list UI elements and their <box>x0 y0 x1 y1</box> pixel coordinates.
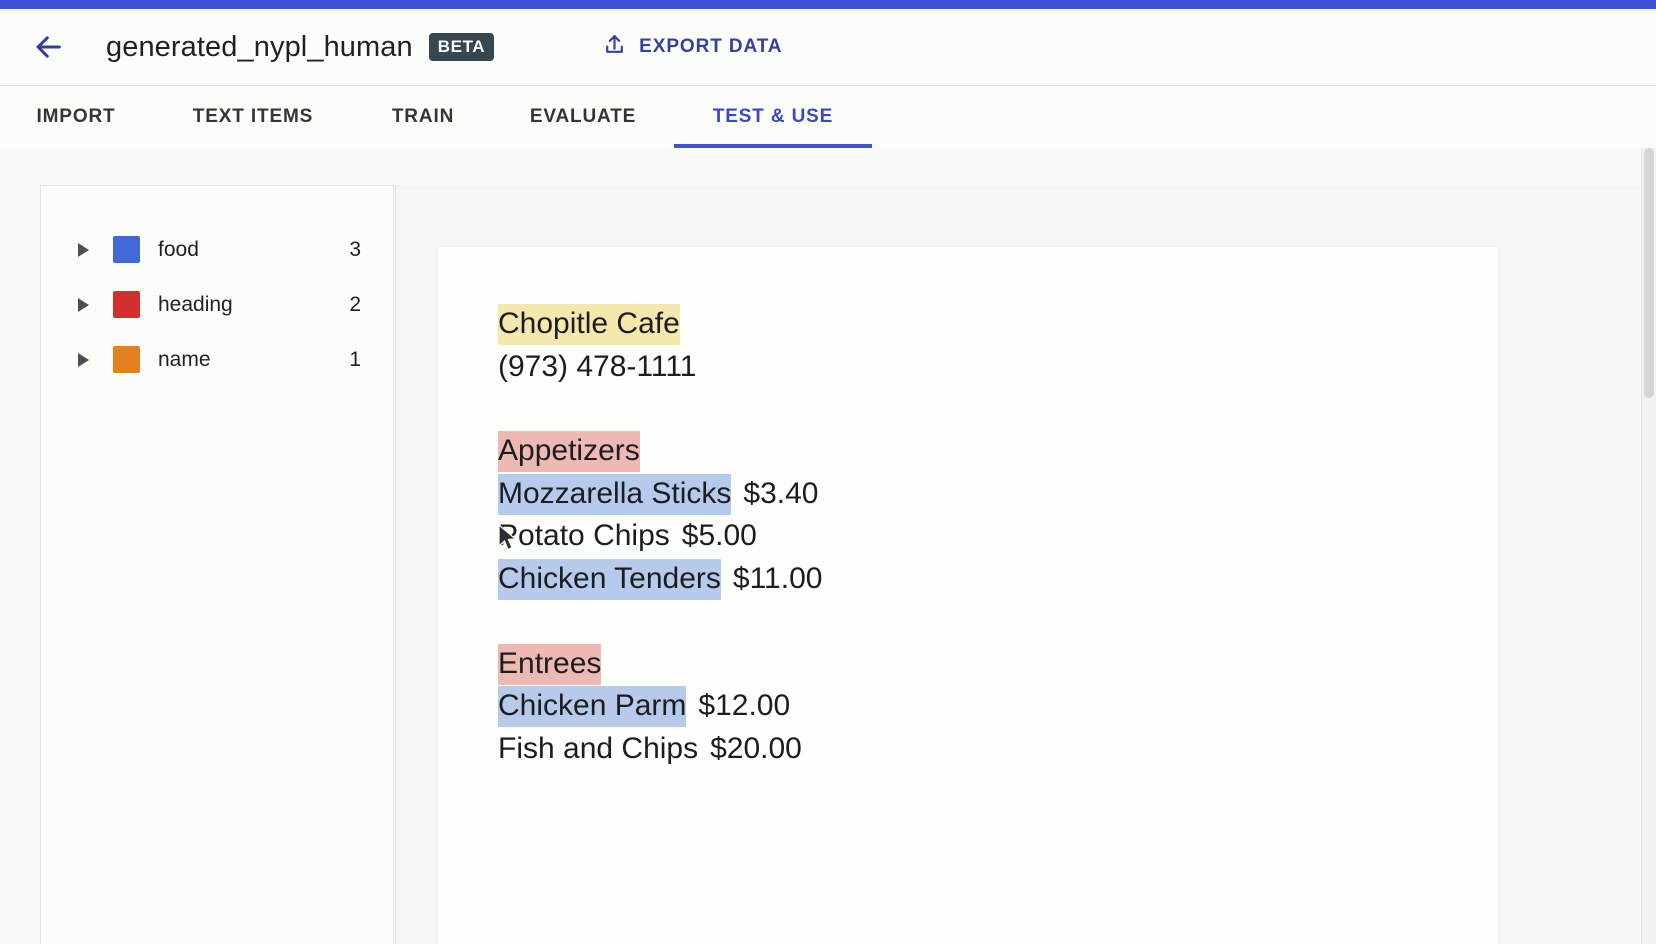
entity-label: food <box>158 237 199 261</box>
document-line: Potato Chips $5.00 <box>498 515 1438 558</box>
document-text-run: Fish and Chips <box>498 731 699 765</box>
item-price: $12.00 <box>698 689 791 723</box>
tab-text-items-label: TEXT ITEMS <box>192 106 314 127</box>
upload-icon <box>602 32 627 62</box>
beta-badge: BETA <box>428 33 495 61</box>
app-bar: generated_nypl_human BETA EXPORT DATA <box>0 9 1656 86</box>
tab-evaluate-label: EVALUATE <box>529 106 637 127</box>
document-blank-line <box>498 601 1438 643</box>
tab-import[interactable]: IMPORT <box>0 86 152 148</box>
tab-train-label: TRAIN <box>391 106 455 127</box>
entity-mention-food[interactable]: Mozzarella Sticks <box>498 473 732 515</box>
document-text[interactable]: Chopitle Cafe (973) 478-1111 Appetizers Moz… <box>438 247 1498 826</box>
tab-train[interactable]: TRAIN <box>354 86 492 148</box>
item-price: $3.40 <box>743 476 819 510</box>
entity-count: 2 <box>349 292 361 316</box>
entity-mention-food[interactable]: Chicken Tenders <box>498 558 721 600</box>
item-price: $11.00 <box>732 561 823 595</box>
tab-import-label: IMPORT <box>36 106 116 127</box>
entity-row-name[interactable]: name 1 <box>41 332 393 387</box>
entity-label: heading <box>158 292 233 316</box>
export-data-button[interactable]: EXPORT DATA <box>592 24 792 70</box>
chevron-right-icon[interactable] <box>71 242 95 257</box>
item-price: $5.00 <box>681 519 757 553</box>
page-title: generated_nypl_human <box>106 30 413 63</box>
workspace: food 3 heading 2 name 1 Chopitle Cafe (97… <box>0 148 1656 944</box>
document-line: Appetizers <box>498 430 1438 473</box>
back-button[interactable] <box>22 21 74 73</box>
title-group: generated_nypl_human BETA <box>106 30 495 64</box>
document-line: Mozzarella Sticks $3.40 <box>498 473 1438 516</box>
entity-list: food 3 heading 2 name 1 <box>41 186 393 387</box>
tab-test-and-use-label: TEST & USE <box>712 106 834 127</box>
entity-count: 3 <box>349 237 361 261</box>
document-text-run: (973) 478-1111 <box>498 349 697 383</box>
document-blank-line <box>498 388 1438 430</box>
entity-mention-food[interactable]: Chicken Parm <box>498 686 687 728</box>
document-card: Chopitle Cafe (973) 478-1111 Appetizers Moz… <box>438 247 1498 944</box>
document-line: Chicken Tenders $11.00 <box>498 558 1438 601</box>
entity-row-food[interactable]: food 3 <box>41 222 393 277</box>
entity-mention-heading[interactable]: Appetizers <box>498 431 640 473</box>
tab-test-and-use[interactable]: TEST & USE <box>674 86 872 148</box>
entity-panel: food 3 heading 2 name 1 <box>40 185 394 944</box>
document-line: (973) 478-1111 <box>498 346 1438 389</box>
chevron-right-icon[interactable] <box>71 352 95 367</box>
entity-color-swatch <box>113 236 140 263</box>
page-scrollbar-thumb[interactable] <box>1644 148 1654 398</box>
page-scrollbar[interactable] <box>1641 148 1656 944</box>
entity-row-heading[interactable]: heading 2 <box>41 277 393 332</box>
document-text-run: Potato Chips <box>498 519 670 553</box>
entity-color-swatch <box>113 346 140 373</box>
document-line: Fish and Chips $20.00 <box>498 728 1438 771</box>
top-accent-bar <box>0 0 1656 9</box>
document-pane: Chopitle Cafe (973) 478-1111 Appetizers Moz… <box>395 185 1640 944</box>
entity-mention-heading[interactable]: Entrees <box>498 643 602 685</box>
document-line: Entrees <box>498 643 1438 686</box>
entity-label: name <box>158 347 211 371</box>
arrow-left-icon <box>31 30 65 64</box>
item-price: $20.00 <box>710 731 802 765</box>
tab-evaluate[interactable]: EVALUATE <box>492 86 674 148</box>
tab-bar: IMPORT TEXT ITEMS TRAIN EVALUATE TEST & … <box>0 86 1656 149</box>
chevron-right-icon[interactable] <box>71 297 95 312</box>
document-line: Chicken Parm $12.00 <box>498 685 1438 728</box>
document-line: Chopitle Cafe <box>498 303 1438 346</box>
tab-text-items[interactable]: TEXT ITEMS <box>152 86 354 148</box>
entity-color-swatch <box>113 291 140 318</box>
export-data-label: EXPORT DATA <box>639 36 783 57</box>
entity-mention-name[interactable]: Chopitle Cafe <box>498 304 680 345</box>
entity-count: 1 <box>349 347 361 371</box>
